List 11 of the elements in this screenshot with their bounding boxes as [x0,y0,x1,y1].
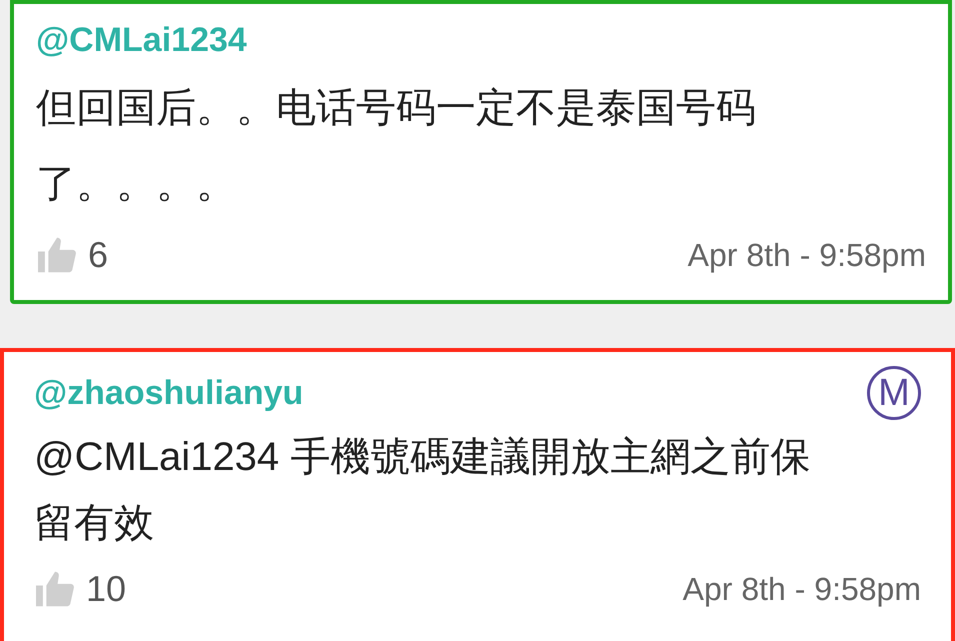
thumbs-up-icon[interactable] [34,570,76,608]
comment-text: 但回国后。。电话号码一定不是泰国号码了。。。。 [36,85,757,208]
like-count: 6 [88,233,108,277]
thumbs-up-icon[interactable] [36,236,78,274]
moderator-badge: M [867,366,921,420]
like-count: 10 [86,567,126,611]
timestamp: Apr 8th - 9:58pm [688,236,926,275]
username[interactable]: @CMLai1234 [36,18,247,62]
username[interactable]: @zhaoshulianyu [34,371,304,415]
timestamp: Apr 8th - 9:58pm [682,570,921,609]
comment-text: @CMLai1234 手機號碼建議開放主網之前保留有效 [34,434,812,547]
